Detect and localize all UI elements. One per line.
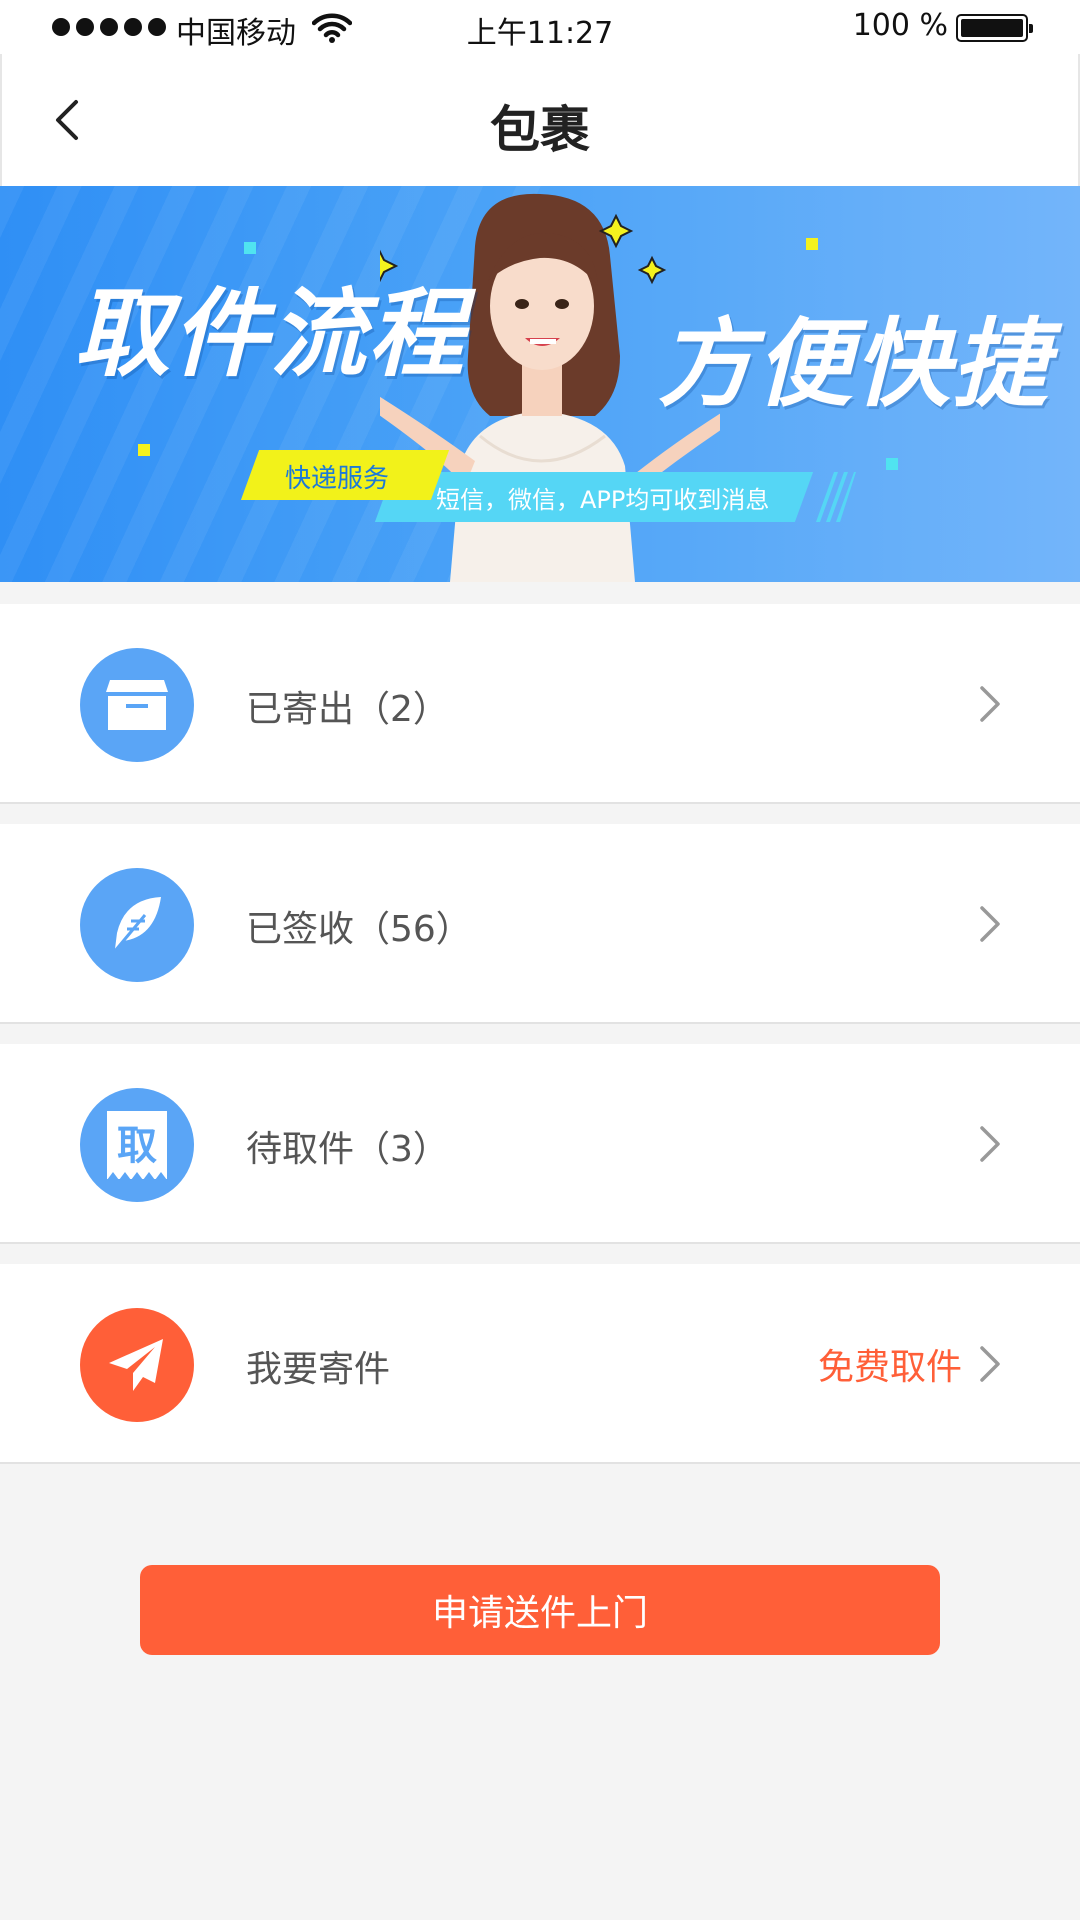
battery-fill [961, 19, 1023, 37]
banner-tag-stripes [816, 472, 856, 522]
page-title: 包裹 [490, 101, 590, 159]
decor-square [806, 238, 818, 250]
banner-heading-right: 方便快捷 [658, 308, 1050, 420]
free-pickup-label: 免费取件 [817, 1347, 962, 1388]
menu-item-sent[interactable]: 已寄出（2） [0, 604, 1080, 804]
icon-badge [80, 868, 194, 982]
ticket-edge [107, 1172, 167, 1180]
banner-tag-primary: 快递服务 [285, 464, 390, 494]
status-bar: 中国移动 上午11:27 100 % [0, 0, 1080, 54]
menu-item-signed[interactable]: 已签收（56） [0, 824, 1080, 1024]
menu-item-label: 我要寄件 [246, 1349, 391, 1390]
menu-item-label: 已签收（56） [246, 909, 472, 950]
banner-heading-left: 取件流程 [74, 278, 466, 390]
decor-square [886, 458, 898, 470]
nav-bar: 包裹 [0, 54, 1080, 186]
icon-badge: 取 [80, 1088, 194, 1202]
chevron-right-icon [980, 686, 1000, 722]
decor-square [138, 444, 150, 456]
paper-plane-icon [109, 1339, 163, 1391]
menu-item-label: 待取件（3） [246, 1129, 449, 1170]
chevron-right-icon [980, 1126, 1000, 1162]
decor-square [244, 242, 256, 254]
package-box-icon [106, 680, 168, 730]
promo-banner[interactable]: 取件流程 方便快捷 短信，微信，APP均可收到消息 快递服务 [0, 186, 1080, 582]
battery-icon [956, 14, 1033, 42]
icon-badge [80, 648, 194, 762]
chevron-right-icon [980, 1346, 1000, 1382]
feather-icon [113, 897, 161, 952]
pickup-ticket-icon: 取 [107, 1111, 167, 1180]
menu-item-label: 已寄出（2） [246, 689, 449, 730]
app-root: 中国移动 上午11:27 100 % 包裹 取件流程 方便快捷 短信，微信，AP… [0, 0, 1080, 1920]
menu-item-pending[interactable]: 取 待取件（3） [0, 1044, 1080, 1244]
icon-badge [80, 1308, 194, 1422]
battery-percent: 100 % [852, 8, 948, 43]
banner-tag-secondary: 短信，微信，APP均可收到消息 [436, 486, 770, 514]
menu-item-send[interactable]: 我要寄件 免费取件 [0, 1264, 1080, 1464]
request-delivery-button[interactable]: 申请送件上门 [140, 1565, 940, 1655]
pickup-ticket-glyph: 取 [117, 1123, 157, 1169]
chevron-right-icon [980, 906, 1000, 942]
